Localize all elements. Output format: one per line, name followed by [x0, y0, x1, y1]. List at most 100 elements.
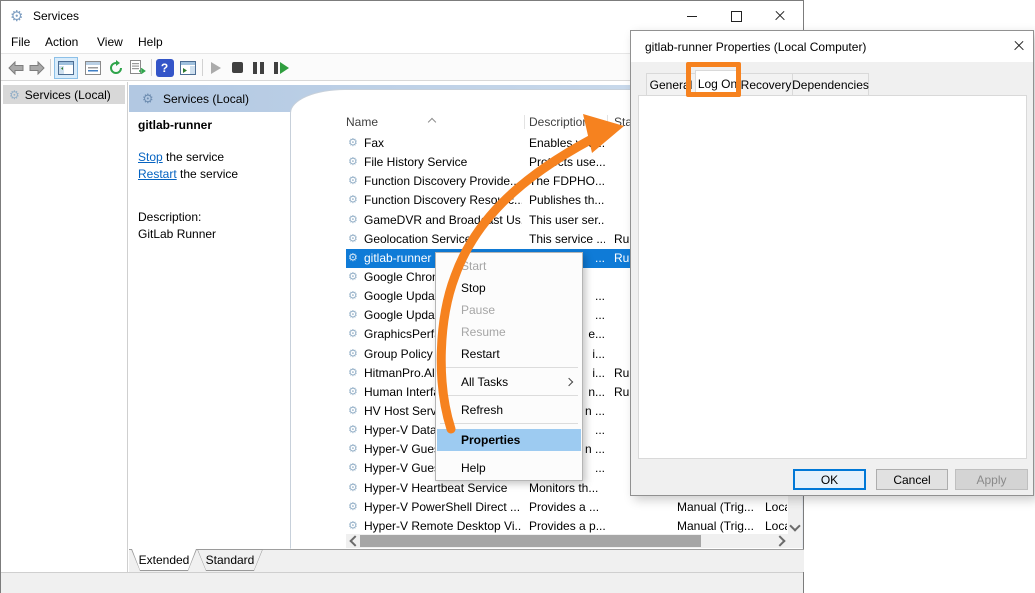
tab-extended-label: Extended: [132, 549, 196, 570]
service-gear-icon: ⚙: [348, 481, 358, 494]
menu-item-stop[interactable]: Stop: [437, 277, 581, 299]
service-name: GameDVR and Broadcast Us...: [364, 213, 522, 227]
menu-item-pause[interactable]: Pause: [437, 299, 581, 321]
menu-help[interactable]: Help: [138, 35, 163, 49]
service-gear-icon: ⚙: [348, 270, 358, 283]
tab-standard[interactable]: Standard: [197, 549, 263, 571]
tab-standard-label: Standard: [198, 550, 262, 570]
service-gear-icon: ⚙: [348, 308, 358, 321]
submenu-arrow-icon: [565, 378, 573, 386]
service-gear-icon: ⚙: [348, 327, 358, 340]
menu-item-all-tasks[interactable]: All Tasks: [437, 371, 581, 393]
forward-icon[interactable]: [28, 58, 46, 77]
service-gear-icon: ⚙: [348, 289, 358, 302]
restart-suffix: the service: [177, 167, 238, 181]
service-gear-icon: ⚙: [348, 404, 358, 417]
tab-dependencies[interactable]: Dependencies: [792, 73, 869, 96]
pane-header-title: Services (Local): [163, 92, 249, 106]
close-button[interactable]: [758, 1, 802, 31]
service-gear-icon: ⚙: [348, 385, 358, 398]
apply-button[interactable]: Apply: [955, 469, 1028, 490]
menu-item-refresh[interactable]: Refresh: [437, 399, 581, 421]
service-gear-icon: ⚙: [348, 442, 358, 455]
column-header-description[interactable]: Description: [529, 115, 589, 129]
window-title: Services: [33, 9, 79, 23]
stop-service-line: Stop the service: [138, 150, 224, 164]
stop-service-link[interactable]: Stop: [138, 150, 163, 164]
menu-item-restart[interactable]: Restart: [437, 343, 581, 365]
service-description: Monitors th...: [529, 481, 605, 495]
ok-button[interactable]: OK: [793, 469, 866, 490]
scrollbar-thumb[interactable]: [360, 535, 701, 547]
back-icon[interactable]: [7, 58, 25, 77]
service-startup-type: Manual (Trig...: [677, 500, 761, 514]
service-name: Geolocation Service: [364, 232, 522, 246]
properties-icon[interactable]: [83, 58, 103, 77]
cancel-button[interactable]: Cancel: [876, 469, 948, 490]
screen: ⚙ Services File Action View Help: [0, 0, 1035, 593]
dialog-title: gitlab-runner Properties (Local Computer…: [645, 40, 866, 54]
scroll-left-icon[interactable]: [346, 534, 360, 548]
pause-service-icon[interactable]: [249, 58, 267, 77]
restart-service-line: Restart the service: [138, 167, 238, 181]
dialog-title-bar[interactable]: gitlab-runner Properties (Local Computer…: [631, 31, 1033, 62]
restart-service-link[interactable]: Restart: [138, 167, 177, 181]
log-on-tab-highlight-box: [686, 62, 741, 97]
services-node-icon: ⚙: [9, 88, 20, 102]
services-app-icon: ⚙: [10, 7, 23, 25]
maximize-button[interactable]: [714, 1, 758, 31]
menu-item-resume[interactable]: Resume: [437, 321, 581, 343]
description-label: Description:: [138, 210, 201, 224]
pane-header-gear-icon: ⚙: [142, 91, 154, 107]
horizontal-scrollbar[interactable]: [346, 534, 788, 548]
show-action-pane-icon[interactable]: [177, 58, 199, 77]
service-gear-icon: ⚙: [348, 347, 358, 360]
menu-item-help[interactable]: Help: [437, 457, 581, 479]
service-gear-icon: ⚙: [348, 155, 358, 168]
service-name: File History Service: [364, 155, 522, 169]
minimize-button[interactable]: [670, 1, 714, 31]
scroll-down-icon[interactable]: [788, 520, 802, 534]
service-logon-as: Loca...: [765, 500, 787, 514]
dialog-close-icon[interactable]: [999, 31, 1033, 61]
status-bar: [1, 572, 803, 593]
service-gear-icon: ⚙: [348, 519, 358, 532]
column-header-name[interactable]: Name: [346, 115, 378, 129]
properties-dialog: gitlab-runner Properties (Local Computer…: [630, 30, 1034, 496]
tree-root-label: Services (Local): [25, 88, 111, 102]
service-name: Hyper-V PowerShell Direct ...: [364, 500, 522, 514]
selected-service-name: gitlab-runner: [138, 118, 212, 132]
service-name: Hyper-V Remote Desktop Vi...: [364, 519, 522, 533]
service-description: The FDPHO...: [529, 174, 605, 188]
service-gear-icon: ⚙: [348, 251, 358, 264]
title-bar[interactable]: ⚙ Services: [1, 1, 803, 31]
show-console-tree-icon[interactable]: [54, 57, 78, 79]
stop-service-icon[interactable]: [229, 58, 245, 77]
tab-recovery[interactable]: Recovery: [739, 73, 793, 96]
tab-extended[interactable]: Extended: [131, 549, 197, 571]
menu-action[interactable]: Action: [45, 35, 78, 49]
menu-file[interactable]: File: [11, 35, 30, 49]
service-gear-icon: ⚙: [348, 366, 358, 379]
scrollbar-corner: [788, 534, 802, 548]
service-gear-icon: ⚙: [348, 461, 358, 474]
service-name: Fax: [364, 136, 522, 150]
help-icon[interactable]: ?: [155, 58, 174, 77]
service-name: Hyper-V Heartbeat Service: [364, 481, 522, 495]
service-gear-icon: ⚙: [348, 136, 358, 149]
menu-view[interactable]: View: [97, 35, 123, 49]
service-gear-icon: ⚙: [348, 423, 358, 436]
start-service-icon[interactable]: [207, 58, 225, 77]
refresh-icon[interactable]: [106, 58, 126, 77]
scroll-right-icon[interactable]: [774, 534, 788, 548]
service-description: Enables you...: [529, 136, 605, 150]
service-gear-icon: ⚙: [348, 174, 358, 187]
service-description: Publishes th...: [529, 193, 605, 207]
table-row[interactable]: ⚙Hyper-V PowerShell Direct ...Provides a…: [346, 498, 787, 517]
export-list-icon[interactable]: [128, 58, 148, 77]
restart-service-icon[interactable]: [270, 58, 292, 77]
menu-item-properties[interactable]: Properties: [437, 429, 581, 451]
context-menu: Start Stop Pause Resume Restart All Task…: [435, 252, 583, 481]
tree-item-services-local[interactable]: ⚙ Services (Local): [3, 85, 125, 104]
menu-item-start[interactable]: Start: [437, 255, 581, 277]
